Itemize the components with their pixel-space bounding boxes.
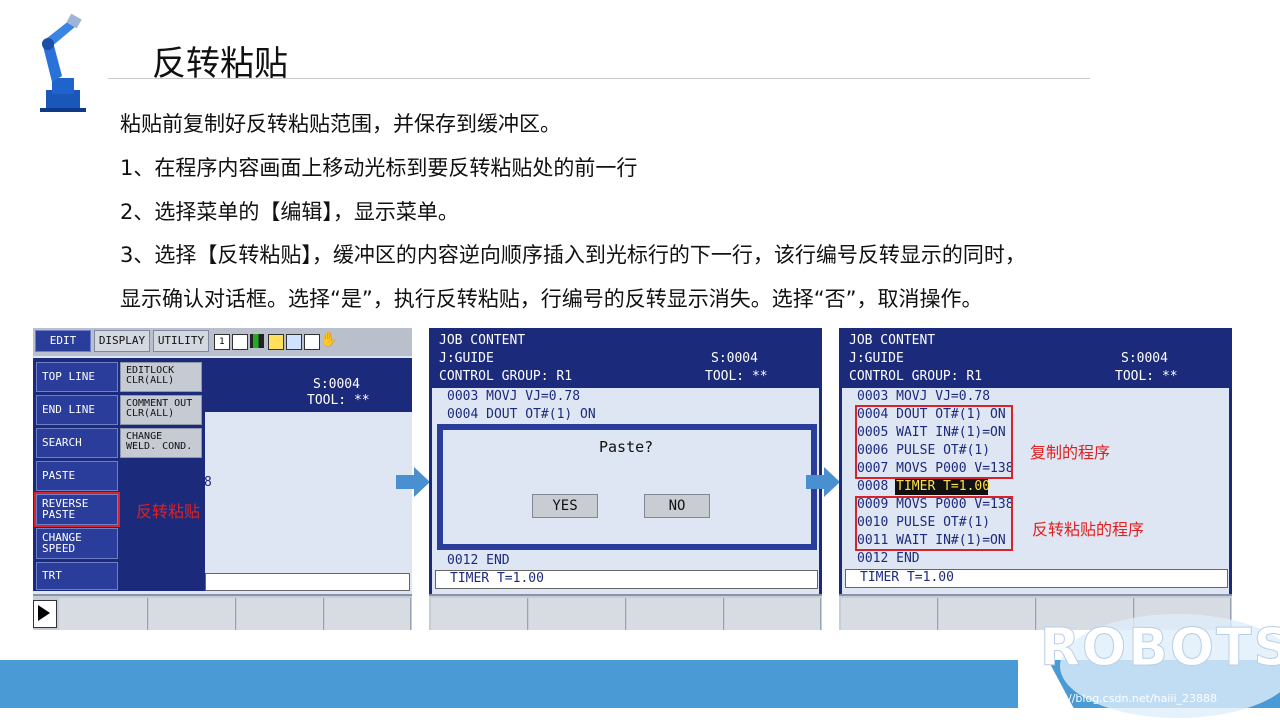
- input-line[interactable]: TIMER T=1.00: [845, 569, 1228, 588]
- number-icon: 1: [214, 334, 230, 350]
- function-key-1[interactable]: [431, 598, 528, 630]
- program-line-end[interactable]: 0012 END: [857, 550, 920, 568]
- program-line-end[interactable]: 0012 END: [447, 552, 510, 570]
- function-key-3[interactable]: [627, 598, 724, 630]
- paragraph-step-1: 1、在程序内容画面上移动光标到要反转粘贴处的前一行: [120, 156, 638, 180]
- job-content-title: JOB CONTENT: [439, 333, 526, 348]
- function-key-4[interactable]: [325, 598, 411, 630]
- status-tool-value: TOOL: **: [705, 369, 768, 384]
- function-key-4[interactable]: [725, 598, 821, 630]
- yes-button[interactable]: YES: [532, 494, 598, 518]
- tab-edit[interactable]: EDIT: [35, 330, 91, 352]
- job-content-title: JOB CONTENT: [849, 333, 936, 348]
- job-name: J:GUIDE: [439, 351, 494, 366]
- menu-paste[interactable]: PASTE: [36, 461, 118, 491]
- input-line-text: TIMER T=1.00: [860, 570, 954, 585]
- menu-editlock-clr-all[interactable]: EDITLOCK CLR(ALL): [120, 362, 202, 392]
- status-s-value: S:0004: [1121, 351, 1168, 366]
- function-key-1[interactable]: [841, 598, 938, 630]
- robot-arm-logo: [40, 13, 86, 112]
- menu-change-weld-cond[interactable]: CHANGE WELD. COND.: [120, 428, 202, 458]
- tab-display[interactable]: DISPLAY: [94, 330, 150, 352]
- cursor-line-text: TIMER T=1.00: [896, 479, 991, 494]
- job-name: J:GUIDE: [849, 351, 904, 366]
- input-line-text: TIMER T=1.00: [450, 571, 544, 586]
- program-line[interactable]: 0003 MOVJ VJ=0.78: [447, 388, 580, 406]
- footer-url: https://blog.csdn.net/haiii_23888: [1036, 692, 1218, 705]
- pendant-screen-paste-dialog: JOB CONTENT J:GUIDE S:0004 CONTROL GROUP…: [429, 328, 822, 630]
- arrow-right-icon: [806, 467, 840, 497]
- menu-top-line[interactable]: TOP LINE: [36, 362, 118, 392]
- no-button[interactable]: NO: [644, 494, 710, 518]
- program-line[interactable]: 0003 MOVJ VJ=0.78: [857, 388, 990, 406]
- robots-watermark: ROBOTS: [1039, 618, 1280, 679]
- arrow-right-icon: [396, 467, 430, 497]
- program-line-cursor[interactable]: 0008 TIMER T=1.00: [857, 478, 990, 496]
- function-key-2[interactable]: [149, 598, 236, 630]
- line-number: 0008: [857, 479, 897, 494]
- play-icon: [38, 605, 50, 621]
- partial-line-digit: 8: [204, 475, 212, 490]
- signal-icon: [250, 334, 264, 348]
- function-key-2[interactable]: [529, 598, 626, 630]
- highlight-reversed-program: [855, 496, 1013, 551]
- function-key-bar: [429, 594, 822, 630]
- paragraph-intro: 粘贴前复制好反转粘贴范围，并保存到缓冲区。: [120, 112, 561, 136]
- highlight-copied-program: [855, 405, 1013, 479]
- paragraph-step-3: 3、选择【反转粘贴】，缓冲区的内容逆向顺序插入到光标行的下一行，该行编号反转显示…: [120, 243, 1026, 267]
- status-tool-value: TOOL: **: [307, 393, 370, 408]
- tab-utility[interactable]: UTILITY: [153, 330, 209, 352]
- status-s-value: S:0004: [711, 351, 758, 366]
- menu-trt[interactable]: TRT: [36, 562, 118, 590]
- status-tool-value: TOOL: **: [1115, 369, 1178, 384]
- control-group: CONTROL GROUP: R1: [849, 369, 983, 384]
- monitor-icon: [304, 334, 320, 350]
- play-button[interactable]: [33, 600, 57, 628]
- pendant-screen-result: JOB CONTENT J:GUIDE S:0004 CONTROL GROUP…: [839, 328, 1232, 630]
- paragraph-step-2: 2、选择菜单的【编辑】，显示菜单。: [120, 200, 459, 224]
- function-key-3[interactable]: [237, 598, 324, 630]
- annotation-reversed-program: 反转粘贴的程序: [1032, 520, 1145, 539]
- title-divider: [108, 78, 1090, 79]
- hand-icon: ✋: [320, 332, 338, 348]
- annotation-copied-program: 复制的程序: [1030, 443, 1111, 462]
- edit-icon: [232, 334, 248, 350]
- program-line[interactable]: 0004 DOUT OT#(1) ON: [447, 406, 596, 424]
- control-group: CONTROL GROUP: R1: [439, 369, 573, 384]
- tool-icon: [286, 334, 302, 350]
- function-key-bar: [33, 594, 412, 630]
- pendant-screen-edit-menu: EDIT DISPLAY UTILITY 1 ✋ S:0004 TOOL: **…: [33, 328, 412, 630]
- input-line[interactable]: [205, 573, 410, 591]
- robot-icon: [268, 334, 284, 350]
- menu-change-speed[interactable]: CHANGE SPEED: [36, 528, 118, 559]
- dialog-message: Paste?: [599, 438, 654, 456]
- function-key-1[interactable]: [59, 598, 148, 630]
- menu-search[interactable]: SEARCH: [36, 428, 118, 458]
- status-icons: 1 ✋: [214, 332, 338, 350]
- menu-comment-out-clr-all[interactable]: COMMENT OUT CLR(ALL): [120, 395, 202, 425]
- menu-end-line[interactable]: END LINE: [36, 395, 118, 425]
- input-line[interactable]: TIMER T=1.00: [435, 570, 818, 589]
- annotation-reverse-paste: 反转粘贴: [136, 502, 201, 521]
- paragraph-step-3-cont: 显示确认对话框。选择“是”，执行反转粘贴，行编号的反转显示消失。选择“否”，取消…: [120, 287, 983, 311]
- highlight-reverse-paste: [34, 492, 120, 527]
